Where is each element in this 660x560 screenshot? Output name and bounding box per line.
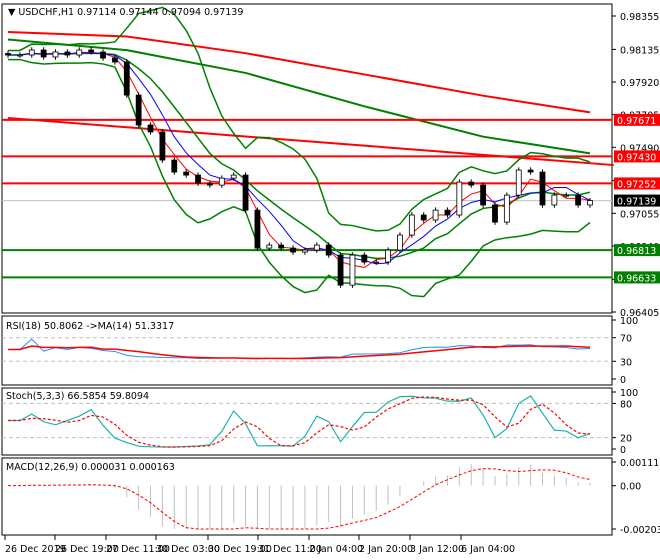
level-label: 0.97671	[617, 116, 656, 127]
candle[interactable]	[492, 204, 498, 223]
candle[interactable]	[420, 214, 427, 221]
y-tick-label: -0.002033	[620, 525, 660, 536]
candle[interactable]	[361, 254, 368, 263]
candle[interactable]	[111, 57, 118, 63]
candle[interactable]	[183, 171, 190, 176]
y-tick-label: 0	[620, 375, 626, 386]
y-tick-label: 0.97055	[620, 209, 659, 220]
y-tick-label: 20	[620, 434, 632, 445]
candle[interactable]	[28, 49, 35, 56]
candle[interactable]	[397, 234, 403, 251]
candle[interactable]	[290, 247, 296, 253]
candle[interactable]	[587, 200, 593, 206]
candle[interactable]	[539, 171, 546, 206]
x-tick-label: 3 Jan 12:00	[410, 544, 464, 555]
y-tick-label: 30	[620, 357, 632, 368]
candle[interactable]	[52, 51, 59, 58]
y-tick-label: 100	[620, 388, 638, 399]
candle[interactable]	[123, 61, 130, 96]
candle[interactable]	[278, 244, 285, 249]
level-label: 0.97252	[617, 179, 656, 190]
candle[interactable]	[527, 169, 534, 173]
candle[interactable]	[503, 194, 510, 223]
candle[interactable]	[302, 249, 308, 253]
macd-title: MACD(12,26,9) 0.000031 0.000163	[6, 462, 175, 473]
rsi-title: RSI(18) 50.8062 ->MA(14) 51.3317	[6, 321, 174, 332]
candle[interactable]	[64, 51, 71, 56]
candle[interactable]	[159, 131, 166, 161]
candle[interactable]	[373, 261, 380, 264]
header-arrow-icon[interactable]: ▼	[8, 7, 18, 18]
candle[interactable]	[337, 254, 344, 286]
y-tick-label: 0.98135	[620, 45, 659, 56]
candle[interactable]	[515, 169, 522, 196]
candle[interactable]	[218, 177, 225, 186]
candle[interactable]	[325, 244, 332, 256]
y-tick-label: 0.98355	[620, 12, 659, 23]
x-tick-label: 6 Jan 04:00	[461, 544, 515, 555]
level-label: 0.96813	[617, 246, 656, 257]
x-tick-label: 2 Jan 04:00	[309, 544, 363, 555]
candle[interactable]	[349, 254, 356, 286]
candle[interactable]	[242, 174, 249, 211]
level-label: 0.97430	[617, 152, 656, 163]
candle[interactable]	[575, 194, 582, 206]
candle[interactable]	[207, 182, 213, 186]
candle[interactable]	[468, 181, 475, 186]
candle[interactable]	[456, 181, 463, 216]
y-tick-label: 70	[620, 334, 632, 345]
candle[interactable]	[135, 94, 142, 126]
price-pane-title: ▼ USDCHF,H1 0.97114 0.97144 0.97094 0.97…	[8, 7, 243, 18]
y-tick-label: 0	[620, 445, 626, 456]
candle[interactable]	[100, 51, 106, 59]
candle[interactable]	[195, 174, 201, 184]
y-tick-label: 0.00111	[620, 458, 659, 469]
candle[interactable]	[563, 194, 570, 197]
y-tick-label: 0.00	[620, 482, 641, 493]
stoch-title: Stoch(5,3,3) 66.5854 59.8094	[6, 391, 149, 402]
x-tick-label: 2 Jan 20:00	[359, 544, 413, 555]
candle[interactable]	[171, 159, 178, 173]
candle[interactable]	[480, 184, 487, 206]
candle[interactable]	[147, 124, 154, 133]
trading-chart[interactable]: ▼ USDCHF,H1 0.97114 0.97144 0.97094 0.97…	[0, 0, 660, 560]
level-label: 0.96633	[617, 273, 656, 284]
candle[interactable]	[5, 53, 11, 56]
candle[interactable]	[254, 209, 261, 249]
candle[interactable]	[76, 49, 83, 56]
candle[interactable]	[88, 49, 95, 53]
y-tick-label: 0.97920	[620, 78, 659, 89]
candle[interactable]	[230, 174, 237, 179]
candle[interactable]	[266, 244, 273, 249]
candle[interactable]	[432, 209, 439, 221]
candle[interactable]	[408, 214, 415, 236]
candle[interactable]	[385, 249, 391, 263]
y-tick-label: 80	[620, 399, 632, 410]
current-price-label: 0.97139	[617, 197, 656, 208]
candle[interactable]	[40, 49, 47, 58]
y-tick-label: 100	[620, 316, 638, 327]
candle[interactable]	[444, 209, 451, 216]
candle[interactable]	[16, 54, 23, 57]
candle[interactable]	[551, 194, 558, 206]
candle[interactable]	[313, 244, 320, 251]
